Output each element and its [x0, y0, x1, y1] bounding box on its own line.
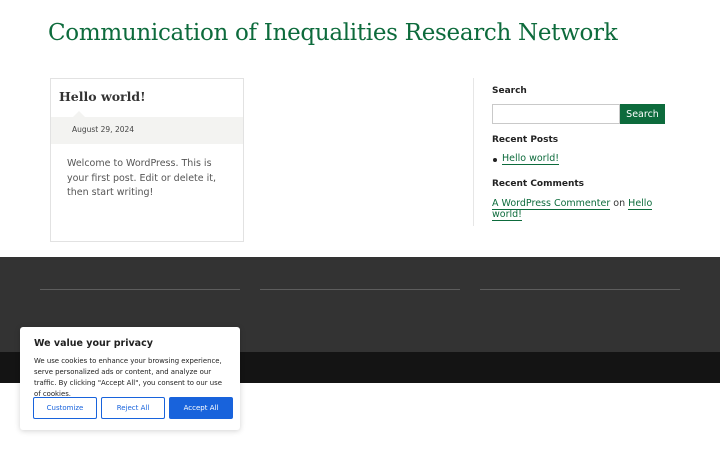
recent-posts-list: Hello world! — [492, 153, 672, 165]
post-meta: August 29, 2024 — [51, 111, 243, 144]
post-title[interactable]: Hello world! — [59, 89, 146, 104]
search-button[interactable]: Search — [620, 104, 665, 124]
sidebar: Search Search Recent Posts Hello world! … — [492, 86, 672, 221]
cookie-text: We use cookies to enhance your browsing … — [34, 357, 222, 398]
customize-button[interactable]: Customize — [33, 397, 97, 419]
recent-post-item: Hello world! — [492, 153, 672, 165]
search-input[interactable] — [492, 104, 620, 124]
comment-on-text: on — [613, 198, 626, 209]
cookie-title: We value your privacy — [34, 338, 153, 349]
recent-comment-item: A WordPress Commenter on Hello world! — [492, 198, 672, 221]
search-form: Search — [492, 104, 672, 124]
accept-all-button[interactable]: Accept All — [169, 397, 233, 419]
site-header: Communication of Inequalities Research N… — [48, 20, 618, 46]
post-card: Hello world! August 29, 2024 Welcome to … — [50, 78, 244, 242]
post-excerpt: Welcome to WordPress. This is your first… — [67, 158, 217, 198]
cookie-buttons: Customize Reject All Accept All — [33, 397, 233, 419]
cookie-consent-banner: We value your privacy We use cookies to … — [20, 327, 240, 430]
footer-widget-divider — [40, 289, 240, 290]
reject-all-button[interactable]: Reject All — [101, 397, 165, 419]
recent-comments-title: Recent Comments — [492, 179, 585, 189]
recent-post-link[interactable]: Hello world! — [502, 153, 560, 165]
footer-widget-divider — [480, 289, 680, 290]
recent-posts-title: Recent Posts — [492, 135, 559, 145]
search-widget-title: Search — [492, 86, 527, 96]
site-title[interactable]: Communication of Inequalities Research N… — [48, 20, 618, 46]
post-date[interactable]: August 29, 2024 — [72, 125, 134, 134]
footer-widget-divider — [260, 289, 460, 290]
sidebar-divider — [473, 78, 474, 226]
